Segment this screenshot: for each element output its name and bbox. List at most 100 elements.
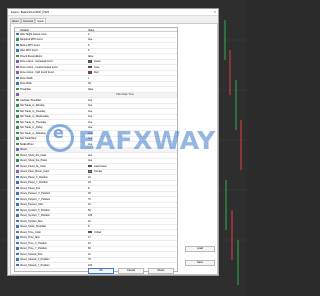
parameter-name: Check Reconditions xyxy=(20,54,43,58)
parameter-type-icon xyxy=(16,32,19,36)
parameter-value[interactable]: 8 xyxy=(88,187,89,190)
parameter-name: View1_Percent_Y_Position xyxy=(20,197,51,201)
parameter-value[interactable]: 12 xyxy=(88,203,91,206)
parameter-type-icon xyxy=(16,60,19,63)
parameter-value[interactable]: 75 xyxy=(88,258,91,261)
parameter-type-icon xyxy=(16,208,19,212)
parameter-name: View1_Pane_Boxer_Color xyxy=(20,170,50,174)
parameter-value[interactable]: true xyxy=(88,159,92,162)
parameter-type-icon xyxy=(16,137,19,140)
parameter-value[interactable]: true xyxy=(88,110,92,113)
parameter-value[interactable]: true xyxy=(88,99,92,102)
parameter-type-icon xyxy=(16,148,19,151)
parameter-type-icon xyxy=(16,164,19,168)
parameter-value[interactable]: true xyxy=(88,115,92,118)
parameter-value[interactable]: true xyxy=(88,137,92,140)
parameter-type-icon xyxy=(16,54,19,58)
parameter-value[interactable]: 6 xyxy=(88,49,89,52)
expert-properties-dialog: Expert - BalanceOverShift_GS25 × About C… xyxy=(7,8,219,276)
reset-button[interactable]: Reset xyxy=(148,268,174,274)
parameter-type-icon xyxy=(16,49,19,52)
parameter-value[interactable]: 17 xyxy=(88,236,91,239)
parameter-name: View1_Show_the_Data xyxy=(20,153,46,157)
save-button[interactable]: Save xyxy=(185,260,215,266)
parameter-type-icon xyxy=(16,131,19,135)
parameter-value[interactable]: true xyxy=(88,126,92,129)
parameter-name: Zone colour - low/equal trend xyxy=(20,60,53,64)
parameter-value[interactable]: 6 xyxy=(88,44,89,47)
parameter-type-icon xyxy=(16,170,19,173)
parameter-type-icon xyxy=(16,126,19,129)
parameter-type-icon xyxy=(16,87,19,91)
parameter-value[interactable]: 25 xyxy=(88,192,91,195)
parameter-name: View1_Panel_font xyxy=(20,186,41,190)
parameter-type-icon xyxy=(16,38,19,41)
parameter-type-icon xyxy=(16,258,19,261)
parameter-value[interactable]: LawnGreen xyxy=(94,165,107,168)
parameter-value[interactable]: Yellow xyxy=(94,231,101,234)
parameter-name: View1_Symbol_Y_Position xyxy=(20,214,50,218)
load-button[interactable]: Load xyxy=(185,246,215,252)
parameter-type-icon xyxy=(16,65,19,69)
parameter-type-icon xyxy=(16,197,19,201)
parameter-type-icon xyxy=(16,219,19,223)
parameter-value[interactable]: 50 xyxy=(88,209,91,212)
parameter-type-icon xyxy=(16,186,19,190)
close-icon[interactable]: × xyxy=(214,10,216,14)
parameter-value[interactable]: 25 xyxy=(88,181,91,184)
parameter-name: View1_Time_Y_Position xyxy=(20,247,47,251)
parameter-value[interactable]: 10 xyxy=(88,242,91,245)
parameter-name: Not TradeHour xyxy=(20,137,37,141)
color-swatch xyxy=(88,65,92,69)
parameter-name: Before MTF trend xyxy=(20,43,40,47)
parameter-name: View1_Spread_Size xyxy=(20,252,43,256)
parameter-value[interactable]: 8 xyxy=(88,225,89,228)
parameter-value[interactable]: 10 xyxy=(88,220,91,223)
parameter-type-icon xyxy=(16,104,19,107)
parameter-name: View1_Panel_Y_Position xyxy=(20,181,48,185)
parameter-value[interactable]: Green xyxy=(94,60,101,63)
parameter-type-icon xyxy=(16,252,19,256)
parameter-value[interactable]: 1 xyxy=(88,77,89,80)
parameter-name: View1_Percent_Size xyxy=(20,203,44,207)
parameter-value[interactable]: 12 xyxy=(88,253,91,256)
parameter-name: View1_Symbol_Size xyxy=(20,219,43,223)
parameter-value[interactable]: 60 xyxy=(88,247,91,250)
parameter-value[interactable]: 10 xyxy=(88,176,91,179)
parameter-value[interactable]: true xyxy=(88,104,92,107)
parameter-value[interactable]: true xyxy=(88,143,92,146)
parameter-name: View1_Panel_X_Position xyxy=(20,175,48,179)
inputs-panel: Variable Value After Slight lowest move 0… xyxy=(10,23,218,275)
color-swatch xyxy=(88,230,92,234)
parameter-type-icon xyxy=(16,181,19,184)
parameter-type-icon xyxy=(16,115,19,118)
parameter-type-icon xyxy=(16,159,19,162)
parameter-name: After Slight lowest move xyxy=(20,32,47,36)
parameter-name: Not Trade_in_Thursday xyxy=(20,120,47,124)
parameter-value[interactable]: true xyxy=(88,38,92,41)
parameter-value[interactable]: false xyxy=(88,55,93,58)
parameter-value[interactable]: Tomato xyxy=(94,170,102,173)
parameter-value[interactable]: true xyxy=(88,154,92,157)
color-swatch xyxy=(88,60,92,63)
ok-button[interactable]: OK xyxy=(88,268,114,274)
parameter-name: Zone Width xyxy=(20,76,33,80)
parameter-value[interactable]: true xyxy=(88,132,92,135)
parameter-value[interactable]: Lime xyxy=(94,66,99,69)
inputs-grid[interactable]: Variable Value After Slight lowest move 0… xyxy=(14,27,178,272)
cancel-button[interactable]: Cancel xyxy=(118,268,144,274)
parameter-value[interactable]: true xyxy=(88,121,92,124)
parameter-value[interactable]: 0 xyxy=(88,33,89,36)
parameter-name: Not Trade_in_Saturday xyxy=(20,131,46,135)
parameter-type-icon xyxy=(16,247,19,250)
parameter-value[interactable]: 125 xyxy=(88,214,92,217)
parameter-type-icon xyxy=(16,153,19,157)
parameter-value[interactable]: false xyxy=(88,88,93,91)
parameter-name: Not Trade_in_Tuesday xyxy=(20,109,46,113)
section-label: Filter Date Time xyxy=(116,93,134,97)
dialog-footer: OK Cancel Reset xyxy=(8,267,218,275)
parameter-type-icon xyxy=(16,203,19,206)
parameter-value[interactable]: Red xyxy=(94,71,99,74)
parameter-value[interactable]: 3d xyxy=(88,82,91,85)
parameter-value[interactable]: 75 xyxy=(88,198,91,201)
